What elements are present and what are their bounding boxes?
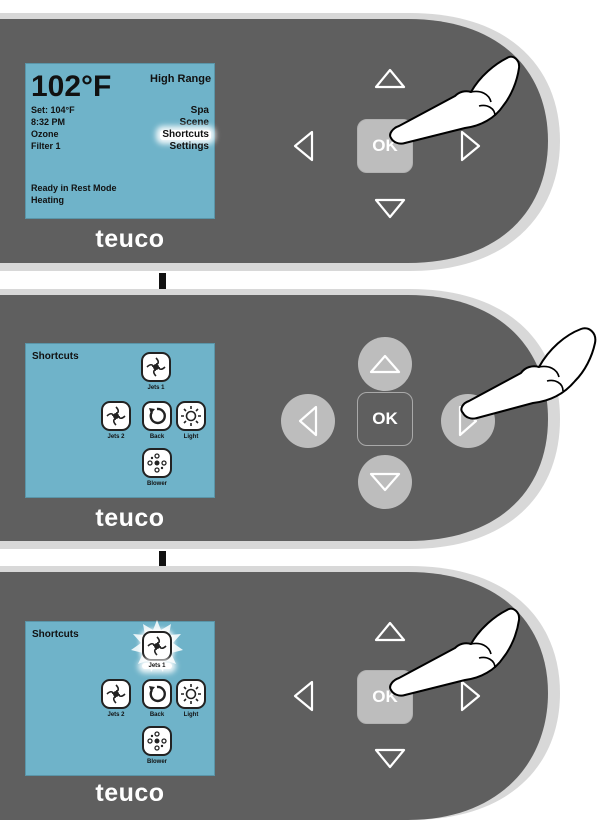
range-label: High Range — [150, 73, 212, 85]
control-panel-1: 102°F High Range Set: 104°F 8:32 PM Ozon… — [0, 13, 601, 273]
jets-1-icon[interactable] — [142, 631, 172, 661]
blower-label: Blower — [146, 481, 167, 487]
blower-icon[interactable] — [142, 448, 172, 478]
down-arrow-button[interactable] — [372, 196, 408, 222]
screen-title: Shortcuts — [32, 351, 79, 362]
brand-logo: teuco — [95, 779, 165, 807]
down-arrow-button[interactable] — [372, 746, 408, 772]
set-temperature: Set: 104°F — [31, 105, 75, 115]
lcd-screen: 102°F High Range Set: 104°F 8:32 PM Ozon… — [25, 63, 215, 219]
pointing-hand-icon — [460, 327, 597, 420]
jets-1-icon[interactable] — [141, 352, 171, 382]
light-icon[interactable] — [176, 679, 206, 709]
status-line-2: Heating — [31, 195, 65, 205]
control-panel-3: Shortcuts Jets 1 Jets 2 Back Light Blowe… — [0, 566, 601, 820]
light-icon[interactable] — [176, 401, 206, 431]
jets-1-label: Jets 1 — [147, 385, 165, 391]
jets-2-icon[interactable] — [101, 401, 131, 431]
jets-1-label: Jets 1 — [142, 663, 172, 669]
jets-2-label: Jets 2 — [107, 434, 125, 440]
ok-button[interactable]: OK — [357, 392, 413, 446]
up-arrow-button[interactable] — [357, 336, 413, 392]
blower-icon[interactable] — [142, 726, 172, 756]
filter-status: Filter 1 — [31, 141, 61, 151]
ozone-status: Ozone — [31, 129, 59, 139]
jets-2-label: Jets 2 — [107, 712, 125, 718]
lcd-screen: Shortcuts Jets 1 Jets 2 Back Light Blowe… — [25, 343, 215, 498]
menu-item-settings[interactable]: Settings — [170, 142, 209, 152]
brand-logo: teuco — [95, 225, 165, 253]
left-arrow-button[interactable] — [290, 678, 316, 714]
jets-2-icon[interactable] — [101, 679, 131, 709]
light-label: Light — [183, 712, 199, 718]
back-icon[interactable] — [142, 679, 172, 709]
back-icon[interactable] — [142, 401, 172, 431]
brand-logo: teuco — [95, 504, 165, 532]
menu-item-shortcuts[interactable]: Shortcuts — [160, 130, 211, 140]
pointing-hand-icon — [389, 607, 521, 697]
left-arrow-button[interactable] — [290, 128, 316, 164]
control-panel-2: Shortcuts Jets 1 Jets 2 Back Light Blowe… — [0, 289, 601, 551]
status-line-1: Ready in Rest Mode — [31, 183, 117, 193]
menu-item-spa[interactable]: Spa — [191, 106, 209, 116]
blower-label: Blower — [146, 759, 167, 765]
temperature-readout: 102°F — [31, 70, 112, 103]
left-arrow-button[interactable] — [280, 393, 336, 449]
menu-item-scene[interactable]: Scene — [180, 118, 209, 128]
light-label: Light — [183, 434, 199, 440]
pointing-hand-icon — [389, 55, 521, 145]
clock: 8:32 PM — [31, 117, 66, 127]
down-arrow-button[interactable] — [357, 454, 413, 510]
screen-title: Shortcuts — [32, 629, 79, 640]
lcd-screen: Shortcuts Jets 1 Jets 2 Back Light Blowe… — [25, 620, 215, 776]
